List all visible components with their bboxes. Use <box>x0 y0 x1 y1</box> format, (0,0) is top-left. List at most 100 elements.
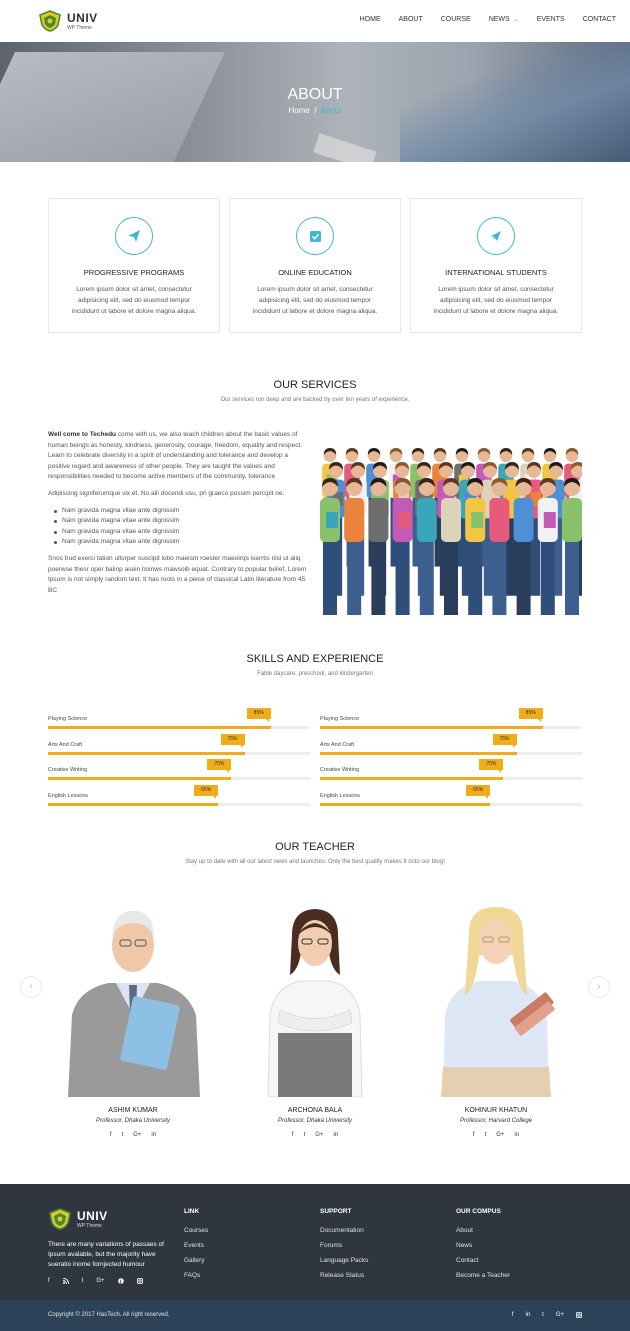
skill-percent-badge: 75% <box>492 733 517 748</box>
google-plus-icon[interactable]: G+ <box>315 1132 323 1138</box>
twitter-icon[interactable]: t <box>82 1278 84 1286</box>
nav-course[interactable]: COURSE <box>441 16 471 23</box>
feature-title: ONLINE EDUCATION <box>278 268 352 277</box>
linkedin-icon[interactable]: in <box>514 1132 519 1138</box>
students-group-image <box>320 448 582 615</box>
google-plus-icon[interactable]: G+ <box>96 1278 104 1286</box>
airplane-icon <box>477 217 515 255</box>
teacher-photo <box>68 910 200 1097</box>
skill-bar: English Lessons 65% <box>320 784 582 809</box>
facebook-icon[interactable]: f <box>512 1312 514 1320</box>
teachers-title: OUR TEACHER <box>275 841 355 853</box>
skill-track <box>320 726 582 729</box>
logo[interactable]: UNIV WP Theme <box>38 8 108 34</box>
footer-link[interactable]: Events <box>184 1238 208 1253</box>
skill-percent-badge: 70% <box>479 759 504 773</box>
facebook-icon[interactable]: f <box>48 1278 50 1286</box>
footer-link[interactable]: Gallery <box>184 1253 208 1268</box>
facebook-icon[interactable]: f <box>473 1132 475 1138</box>
skill-track <box>320 802 582 806</box>
check-square-icon <box>296 217 334 255</box>
footer-link[interactable]: Forums <box>320 1238 368 1253</box>
services-title: OUR SERVICES <box>273 379 357 391</box>
feature-card: ONLINE EDUCATION Lorem ipsum dolor sit a… <box>229 198 401 333</box>
skills-subtitle: Fable daycare, preschool, and kindergart… <box>257 671 373 677</box>
footer-col-title: SUPPORT <box>320 1208 352 1215</box>
nav-contact[interactable]: CONTACT <box>583 16 616 23</box>
teacher-role: Professor, Dhaka University <box>95 1118 171 1124</box>
skill-label: Playing Science <box>320 716 360 722</box>
list-item: Nam gravida magna vitae ante dignissim <box>48 516 310 527</box>
list-item: Nam gravida magna vitae ante dignissim <box>48 527 310 538</box>
nav-about[interactable]: ABOUT <box>399 16 423 23</box>
paper-plane-icon <box>115 217 153 255</box>
skills-title: SKILLS AND EXPERIENCE <box>246 653 384 665</box>
nav-news[interactable]: NEWS ⌄ <box>489 16 519 23</box>
teacher-card[interactable]: ASHIM KUMAR Professor, Dhaka University … <box>58 905 208 1138</box>
footer-link[interactable]: Language Packs <box>320 1253 368 1268</box>
facebook-icon[interactable]: f <box>110 1132 112 1138</box>
footer-logo[interactable]: UNIV WP Theme <box>48 1206 118 1232</box>
teacher-social: f t G+ in <box>421 1132 571 1138</box>
skill-bar: Playing Science 85% <box>320 708 582 732</box>
google-plus-icon[interactable]: G+ <box>496 1132 504 1138</box>
instagram-icon[interactable] <box>136 1278 143 1286</box>
carousel-prev-button[interactable]: ‹ <box>20 976 42 998</box>
google-plus-icon[interactable]: G+ <box>556 1312 564 1320</box>
twitter-icon[interactable]: t <box>122 1132 124 1138</box>
skill-percent-badge: 85% <box>246 708 271 722</box>
teacher-photo <box>441 907 555 1097</box>
twitter-icon[interactable]: t <box>485 1132 487 1138</box>
google-plus-icon[interactable]: G+ <box>133 1132 141 1138</box>
skill-fill <box>320 777 504 780</box>
brand-tagline: WP Theme <box>77 1223 102 1229</box>
list-item: Nam gravida magna vitae ante dignissim <box>48 537 310 548</box>
footer-link[interactable]: Courses <box>184 1223 208 1238</box>
facebook-icon[interactable]: f <box>292 1132 294 1138</box>
footer-link[interactable]: FAQs <box>184 1268 208 1283</box>
linkedin-icon[interactable]: in <box>333 1132 338 1138</box>
instagram-icon[interactable] <box>576 1312 582 1320</box>
nav-events[interactable]: EVENTS <box>537 16 565 23</box>
services-text: Well come to Techedu come with us, we al… <box>48 430 310 602</box>
feature-title: PROGRESSIVE PROGRAMS <box>83 268 185 277</box>
teacher-name: ASHIM KUMAR <box>108 1107 158 1114</box>
footer-link[interactable]: Become a Teacher <box>456 1268 510 1283</box>
linkedin-icon[interactable]: in <box>525 1312 530 1320</box>
footer-col-title: OUR COMPUS <box>456 1208 501 1215</box>
teacher-card[interactable]: KOHINUR KHATUN Professor, Harvard Colleg… <box>421 905 571 1138</box>
shield-logo-icon <box>49 1208 71 1230</box>
breadcrumb-home[interactable]: Home <box>289 106 310 115</box>
services-subtitle: Our services run deep and are backed by … <box>220 397 410 403</box>
footer-link[interactable]: Contact <box>456 1253 510 1268</box>
rss-icon[interactable] <box>62 1277 69 1286</box>
services-paragraph: Snos trud exerci tation ullorper suscipi… <box>48 554 307 594</box>
skill-label: Arts And Craft <box>48 741 83 748</box>
main-nav: HOME ABOUT COURSE NEWS ⌄ EVENTS CONTACT <box>342 16 616 23</box>
pinterest-icon[interactable] <box>117 1278 124 1286</box>
teacher-card[interactable]: ARCHONA BALA Professor, Dhaka University… <box>240 905 390 1138</box>
teacher-social: f t G+ in <box>240 1132 390 1138</box>
twitter-icon[interactable]: t <box>542 1312 544 1320</box>
services-lead-text: come with us, we also teach children abo… <box>48 431 303 481</box>
footer-link[interactable]: News <box>456 1238 510 1253</box>
twitter-icon[interactable]: t <box>304 1132 306 1138</box>
shield-logo-icon <box>39 10 61 32</box>
carousel-next-button[interactable]: › <box>588 976 610 998</box>
footer-link[interactable]: Release Status <box>320 1268 368 1283</box>
footer-link[interactable]: Documentation <box>320 1223 368 1238</box>
brand-tagline: WP Theme <box>67 25 92 31</box>
skill-track <box>48 777 310 780</box>
footer-link[interactable]: About <box>456 1223 510 1238</box>
services-list: Nam gravida magna vitae ante dignissim N… <box>48 506 310 548</box>
skill-bar: Creative Writing 70% <box>48 759 310 783</box>
footer-links: Courses Events Gallery FAQs <box>184 1223 208 1283</box>
chevron-left-icon: ‹ <box>29 981 33 992</box>
footer-bottom-bar: Copyright © 2017 HasTech. All right rese… <box>0 1300 630 1331</box>
nav-home[interactable]: HOME <box>360 16 381 23</box>
feature-text: Lorem ipsum dolor sit amet, consectetur … <box>252 286 378 315</box>
skill-percent-badge: 65% <box>466 784 491 799</box>
copyright: Copyright © 2017 HasTech. All right rese… <box>48 1312 170 1318</box>
chevron-right-icon: › <box>597 981 601 992</box>
linkedin-icon[interactable]: in <box>151 1132 156 1138</box>
